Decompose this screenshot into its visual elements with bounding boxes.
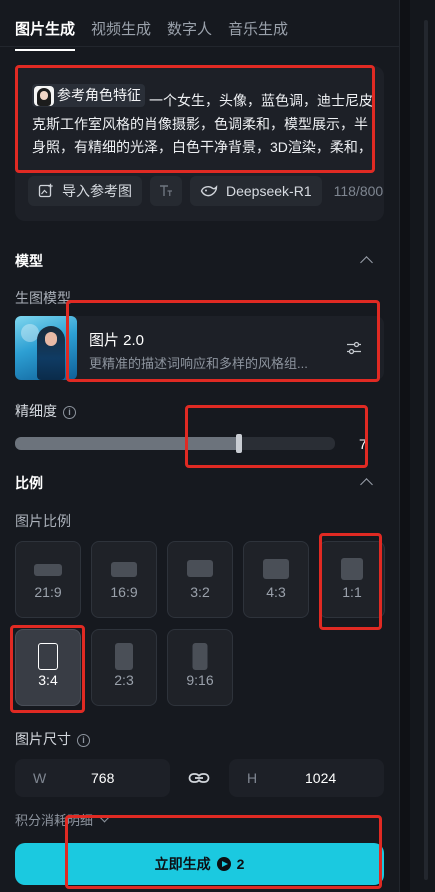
generate-cost: 2 [236, 856, 245, 872]
detail-label: 精细度 i [15, 401, 76, 421]
ratio-label: 21:9 [34, 584, 62, 600]
model-description: 更精准的描述词响应和多样的风格组... [89, 356, 308, 371]
model-name: 图片 2.0 [89, 332, 145, 349]
ratio-option-21-9[interactable]: 21:9 [15, 541, 81, 618]
ratio-label: 9:16 [186, 672, 214, 688]
settings-sliders-icon[interactable] [346, 340, 362, 356]
height-value: 1024 [305, 770, 337, 786]
ratio-label: 4:3 [266, 584, 286, 600]
ratio-label: 3:2 [190, 584, 210, 600]
ratio-option-16-9[interactable]: 16:9 [91, 541, 157, 618]
model-section-title: 模型 [15, 253, 43, 269]
ratio-label: 3:4 [38, 672, 58, 688]
generate-label: 立即生成 [154, 856, 211, 872]
reference-character-chip[interactable]: 参考角色特征 [32, 84, 145, 107]
detail-slider-thumb[interactable] [236, 434, 242, 453]
right-panel-edge [410, 0, 435, 892]
detail-slider[interactable] [15, 434, 335, 453]
ratio-4-3-icon [263, 559, 289, 579]
width-value: 768 [91, 770, 115, 786]
height-field[interactable]: H 1024 [229, 759, 384, 797]
reference-avatar [34, 85, 54, 106]
deepseek-model-label: Deepseek-R1 [226, 183, 312, 199]
ratio-section-title: 比例 [15, 475, 43, 491]
model-sub-label: 生图模型 [15, 290, 71, 306]
ratio-9-16-icon [192, 643, 208, 670]
text-format-button[interactable] [150, 176, 182, 206]
ratio-option-3-4[interactable]: 3:4 [15, 629, 81, 706]
width-axis-label: W [33, 770, 47, 786]
detail-value: 7 [359, 436, 367, 452]
ratio-option-4-3[interactable]: 4:3 [243, 541, 309, 618]
cost-details-label: 积分消耗明细 [15, 813, 94, 828]
cost-details-toggle[interactable]: 积分消耗明细 [15, 810, 110, 829]
import-reference-label: 导入参考图 [62, 183, 132, 199]
scrollbar[interactable] [424, 20, 428, 880]
image-import-icon [38, 183, 53, 198]
ratio-3-4-icon [38, 643, 58, 670]
deepseek-model-button[interactable]: Deepseek-R1 [190, 176, 322, 206]
ratio-1-1-icon [341, 558, 363, 580]
ratio-option-9-16[interactable]: 9:16 [167, 629, 233, 706]
model-thumbnail [15, 316, 77, 380]
deepseek-whale-icon [200, 185, 218, 197]
chevron-down-icon [99, 812, 110, 823]
ratio-option-2-3[interactable]: 2:3 [91, 629, 157, 706]
size-label-text: 图片尺寸 [15, 731, 71, 747]
chevron-up-icon[interactable] [360, 256, 373, 269]
ratio-option-3-2[interactable]: 3:2 [167, 541, 233, 618]
width-field[interactable]: W 768 [15, 759, 170, 797]
prompt-toolbar: 导入参考图 Deepseek-R1 118/800 [28, 176, 383, 206]
generation-panel: 图片生成 视频生成 数字人 音乐生成 参考角色特征 一个女生，头像，蓝色调，迪士尼… [0, 0, 400, 892]
info-icon[interactable]: i [77, 734, 90, 747]
play-coin-icon [216, 857, 231, 871]
prompt-card: 参考角色特征 一个女生，头像，蓝色调，迪士尼皮克斯工作室风格的肖像摄影，色调柔和，… [15, 66, 384, 221]
prompt-input[interactable]: 参考角色特征 一个女生，头像，蓝色调，迪士尼皮克斯工作室风格的肖像摄影，色调柔和，… [32, 84, 377, 162]
ratio-label: 1:1 [342, 584, 362, 600]
model-selector[interactable]: 图片 2.0 更精准的描述词响应和多样的风格组... [15, 316, 384, 380]
ratio-label: 2:3 [114, 672, 134, 688]
link-icon[interactable] [188, 770, 210, 786]
ratio-label: 16:9 [110, 584, 138, 600]
detail-slider-fill [15, 437, 239, 450]
character-counter: 118/800 [333, 183, 384, 199]
chevron-up-icon[interactable] [360, 478, 373, 491]
ratio-16-9-icon [111, 562, 137, 577]
text-format-icon [160, 185, 172, 196]
ratio-3-2-icon [187, 560, 213, 577]
height-axis-label: H [247, 770, 258, 786]
ratio-option-1-1[interactable]: 1:1 [319, 541, 385, 618]
ratio-21-9-icon [34, 564, 62, 576]
import-reference-button[interactable]: 导入参考图 [28, 176, 142, 206]
detail-label-text: 精细度 [15, 403, 57, 419]
info-icon[interactable]: i [63, 406, 76, 419]
reference-chip-label: 参考角色特征 [57, 87, 141, 103]
ratio-2-3-icon [115, 643, 133, 670]
ratio-sub-label: 图片比例 [15, 513, 71, 529]
generate-button[interactable]: 立即生成 2 [15, 843, 384, 885]
size-label: 图片尺寸 i [15, 729, 90, 749]
tabs-divider [0, 46, 400, 47]
